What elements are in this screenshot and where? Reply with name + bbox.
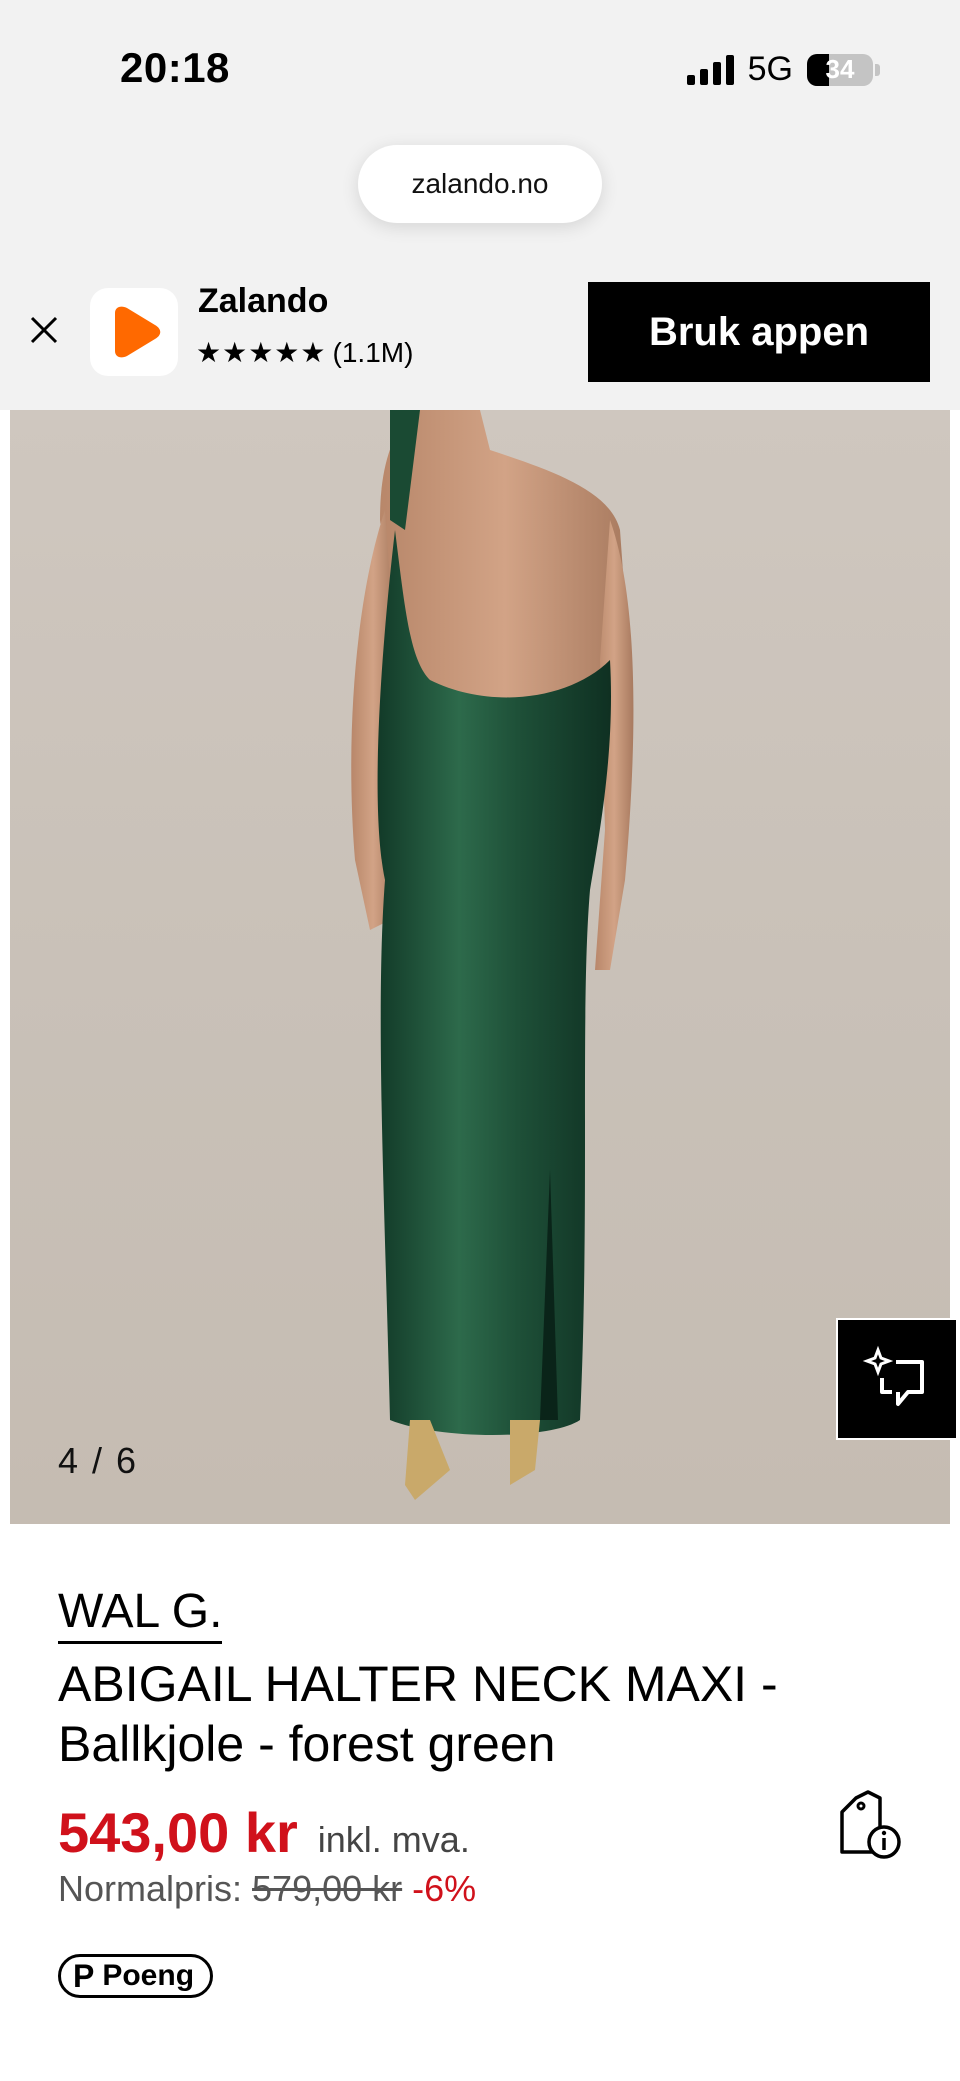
browser-chrome: 20:18 5G 34 zalando.no Zalando ★★★★★ (1.… (0, 0, 960, 410)
url-bar[interactable]: zalando.no (358, 145, 602, 223)
battery-icon: 34 (807, 53, 873, 86)
normal-price-label: Normalpris: (58, 1868, 243, 1909)
battery-level: 34 (825, 54, 855, 84)
product-title-line: ABIGAIL HALTER NECK MAXI - (58, 1656, 778, 1712)
original-price: 579,00 kr (252, 1868, 403, 1909)
tag-info-icon[interactable] (838, 1790, 904, 1860)
dress-photo (351, 410, 634, 1500)
sale-price: 543,00 kr (58, 1801, 298, 1864)
points-icon: P (73, 1957, 95, 1994)
discount-badge: -6% (412, 1868, 477, 1909)
brand-link[interactable]: WAL G. (58, 1585, 223, 1644)
app-name: Zalando (198, 282, 329, 320)
status-indicators: 5G 34 (686, 50, 880, 89)
points-label: Poeng (102, 1959, 195, 1992)
open-app-button[interactable]: Bruk appen (588, 282, 930, 382)
price-row: 543,00 kr inkl. mva. (58, 1800, 470, 1865)
zalando-play-icon (115, 306, 161, 358)
network-type: 5G (747, 50, 793, 88)
ai-assistant-button[interactable] (836, 1318, 958, 1440)
image-counter: 4 / 6 (58, 1440, 139, 1481)
rating-stars: ★★★★★ (196, 337, 327, 368)
battery-tip (875, 63, 880, 76)
app-rating: ★★★★★ (1.1M) (196, 336, 413, 369)
product-image[interactable] (10, 410, 950, 1524)
close-icon[interactable] (26, 312, 62, 348)
status-time: 20:18 (120, 44, 230, 91)
points-badge[interactable]: P Poeng (58, 1954, 214, 1998)
signal-icon (686, 54, 734, 85)
product-title: ABIGAIL HALTER NECK MAXI - Ballkjole - f… (58, 1654, 918, 1774)
zalando-logo (90, 288, 178, 376)
product-title-line: Ballkjole - forest green (58, 1716, 556, 1772)
review-count: (1.1M) (332, 336, 414, 368)
sparkle-chat-icon (862, 1345, 924, 1406)
normal-price-row: Normalpris: 579,00 kr -6% (58, 1868, 476, 1910)
vat-label: inkl. mva. (317, 1819, 470, 1860)
